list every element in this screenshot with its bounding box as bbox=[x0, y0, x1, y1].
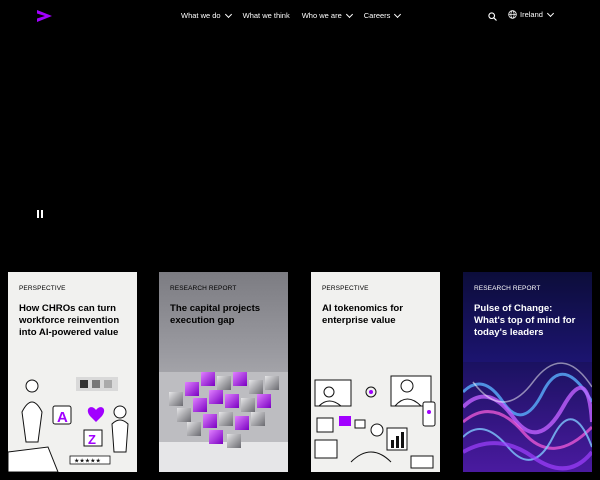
nav-who-we-are[interactable]: Who we are bbox=[301, 10, 353, 20]
language-selector[interactable]: Ireland bbox=[508, 9, 554, 19]
card-chros[interactable]: PERSPECTIVE How CHROs can turn workforce… bbox=[8, 272, 137, 472]
card-ai-tokenomics[interactable]: PERSPECTIVE AI tokenomics for enterprise… bbox=[311, 272, 440, 472]
cubes-illustration bbox=[159, 372, 288, 472]
card-title: Pulse of Change: What's top of mind for … bbox=[474, 303, 576, 338]
pause-icon-bar bbox=[41, 210, 43, 218]
card-kicker: PERSPECTIVE bbox=[322, 285, 369, 292]
card-title: How CHROs can turn workforce reinvention… bbox=[19, 303, 120, 338]
nav-what-we-do-label: What we do bbox=[181, 11, 221, 20]
card-kicker: PERSPECTIVE bbox=[19, 285, 66, 292]
search-icon[interactable] bbox=[488, 12, 497, 21]
card-kicker: RESEARCH REPORT bbox=[170, 285, 237, 292]
letter-z: Z bbox=[88, 432, 96, 447]
nav-what-we-do[interactable]: What we do bbox=[181, 10, 232, 20]
wave-illustration bbox=[463, 362, 592, 472]
nav-what-we-think-label: What we think bbox=[242, 11, 290, 20]
chevron-down-icon bbox=[345, 10, 353, 19]
chevron-down-icon bbox=[224, 10, 232, 19]
card-pulse-of-change[interactable]: RESEARCH REPORT Pulse of Change: What's … bbox=[463, 272, 592, 472]
workforce-illustration: A Z ★★★★★ bbox=[8, 372, 137, 472]
nav-careers[interactable]: Careers bbox=[363, 10, 402, 20]
card-capital-projects[interactable]: RESEARCH REPORT The capital projects exe… bbox=[159, 272, 288, 472]
chevron-down-icon bbox=[546, 9, 554, 18]
nav-who-we-are-label: Who we are bbox=[301, 11, 342, 20]
card-title: The capital projects execution gap bbox=[170, 303, 261, 326]
top-navigation: What we do What we think Who we are Care… bbox=[0, 0, 600, 34]
nav-careers-label: Careers bbox=[363, 11, 391, 20]
main-menu: What we do What we think Who we are Care… bbox=[181, 10, 412, 20]
svg-text:★★★★★: ★★★★★ bbox=[74, 458, 101, 465]
nav-what-we-think[interactable]: What we think bbox=[243, 11, 290, 20]
globe-icon bbox=[508, 10, 517, 19]
tokenomics-illustration bbox=[311, 372, 440, 472]
letter-a: A bbox=[57, 409, 68, 426]
brand-logo[interactable] bbox=[36, 9, 54, 25]
card-kicker: RESEARCH REPORT bbox=[474, 285, 541, 292]
chevron-down-icon bbox=[394, 10, 402, 19]
pause-button[interactable] bbox=[37, 210, 44, 218]
language-label: Ireland bbox=[520, 10, 543, 19]
pause-icon bbox=[37, 210, 39, 218]
card-title: AI tokenomics for enterprise value bbox=[322, 303, 404, 326]
